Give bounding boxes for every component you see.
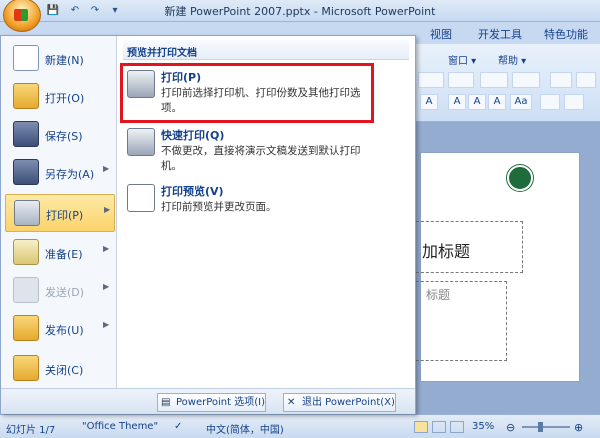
menu-item-new[interactable]: 新建(N) [5,40,115,78]
help-menu[interactable]: 帮助 ▾ [498,52,526,67]
save-as-icon [13,159,39,185]
menu-item-label: 发送(D) [45,286,85,299]
slide-workspace: 加标题 标题 [400,122,600,416]
open-folder-icon [13,83,39,109]
starbucks-logo-icon [507,165,533,191]
slide-subtitle-text: 标题 [426,288,451,302]
menu-item-label: 关闭(C) [45,364,84,377]
submenu-header-text: 预览并打印文档 [127,48,197,59]
layout-button[interactable] [550,72,572,88]
slide-counter: 幻灯片 1/7 [6,425,56,436]
print-preview-title: 打印预览(V) [161,185,224,198]
menu-item-label: 发布(U) [45,324,84,337]
title-placeholder[interactable]: 加标题 [411,221,523,273]
ribbon: 窗口 ▾ 帮助 ▾ A A A A Aa [400,44,600,122]
layout-button[interactable] [576,72,596,88]
print-preview-option[interactable]: 打印预览(V) 打印前预览并更改页面。 [123,180,413,234]
close-folder-icon [13,355,39,381]
submenu-arrow-icon: ▶ [103,164,110,173]
quick-print-title: 快速打印(Q) [161,129,225,142]
menu-item-print[interactable]: 打印(P) ▶ [5,194,115,232]
menu-item-label: 打开(O) [45,92,85,105]
format-button[interactable] [418,72,444,88]
submenu-arrow-icon: ▶ [103,320,110,329]
indent-button[interactable] [540,94,560,110]
print-preview-desc: 打印前预览并更改页面。 [161,201,277,213]
powerpoint-options-button[interactable]: ▤ PowerPoint 选项(I) [157,393,266,412]
qat-save-icon[interactable]: 💾 [44,3,62,19]
menu-item-publish[interactable]: 发布(U) ▶ [5,310,115,348]
menu-item-save[interactable]: 保存(S) [5,116,115,154]
office-menu-footer: ▤ PowerPoint 选项(I) ✕ 退出 PowerPoint(X) [1,388,415,414]
tab-developer[interactable]: 开发工具 [478,26,522,42]
zoom-in-icon[interactable]: ⊕ [574,421,583,434]
menu-item-label: 保存(S) [45,130,83,143]
highlight-box [120,63,374,123]
send-icon [13,277,39,303]
exit-powerpoint-label: 退出 PowerPoint(X) [302,397,395,408]
quick-print-icon [127,128,155,156]
menu-item-send[interactable]: 发送(D) ▶ [5,272,115,310]
menu-item-label: 新建(N) [45,54,84,67]
close-icon: ✕ [287,397,296,408]
menu-item-open[interactable]: 打开(O) [5,78,115,116]
zoom-level[interactable]: 35% [472,421,494,432]
indent-button[interactable] [564,94,584,110]
submenu-arrow-icon: ▶ [104,205,111,214]
publish-icon [13,315,39,341]
zoom-slider-thumb[interactable] [538,422,543,432]
menu-item-prepare[interactable]: 准备(E) ▶ [5,234,115,272]
submenu-arrow-icon: ▶ [103,282,110,291]
powerpoint-options-label: PowerPoint 选项(I) [176,397,265,408]
quick-print-desc: 不做更改，直接将演示文稿发送到默认打印机。 [161,145,361,172]
qat-redo-icon[interactable]: ↷ [86,3,104,19]
tab-view[interactable]: 视图 [430,26,452,42]
qat-customize-icon[interactable]: ▾ [106,3,124,19]
save-icon [13,121,39,147]
change-case-button[interactable]: Aa [510,94,532,110]
status-bar: 幻灯片 1/7 "Office Theme" ✓ 中文(简体，中国) 35% ⊖… [0,414,600,438]
tab-features[interactable]: 特色功能 [544,26,588,42]
border-button[interactable] [512,72,540,88]
submenu-arrow-icon: ▶ [103,244,110,253]
qat-undo-icon[interactable]: ↶ [66,3,84,19]
language-label: 中文(简体，中国) [206,425,284,436]
shrink-font-button[interactable]: A [488,94,506,110]
menu-item-close[interactable]: 关闭(C) [5,350,115,388]
slideshow-icon[interactable] [450,421,464,433]
printer-icon [14,200,40,226]
submenu-header: 预览并打印文档 [123,40,409,60]
spellcheck-icon[interactable]: ✓ [174,421,182,432]
slide-title-text: 加标题 [422,242,471,261]
grow-font-button[interactable]: A [468,94,486,110]
slide-sorter-icon[interactable] [432,421,446,433]
zoom-out-icon[interactable]: ⊖ [506,421,515,434]
print-preview-icon [127,184,155,212]
options-icon: ▤ [161,397,171,408]
office-logo-icon [14,9,28,21]
theme-name: "Office Theme" [82,421,159,432]
zoom-slider[interactable] [522,426,570,428]
menu-item-label: 准备(E) [45,248,83,261]
normal-view-icon[interactable] [414,421,428,433]
slide-canvas[interactable]: 加标题 标题 [411,152,580,382]
exit-powerpoint-button[interactable]: ✕ 退出 PowerPoint(X) [283,393,396,412]
menu-item-label: 打印(P) [46,209,84,222]
office-menu-left: 新建(N) 打开(O) 保存(S) 另存为(A) ▶ 打印(P) ▶ 准备(E)… [1,36,117,388]
quick-print-option[interactable]: 快速打印(Q) 不做更改，直接将演示文稿发送到默认打印机。 [123,124,413,178]
font-button[interactable]: A [420,94,438,110]
menu-item-label: 另存为(A) [45,168,95,181]
subtitle-placeholder[interactable]: 标题 [411,281,507,361]
menu-item-save-as[interactable]: 另存为(A) ▶ [5,154,115,192]
font-color-button[interactable]: A [448,94,466,110]
window-menu[interactable]: 窗口 ▾ [448,52,476,67]
new-document-icon [13,45,39,71]
color-button[interactable] [480,72,508,88]
format-button[interactable] [448,72,474,88]
prepare-icon [13,239,39,265]
